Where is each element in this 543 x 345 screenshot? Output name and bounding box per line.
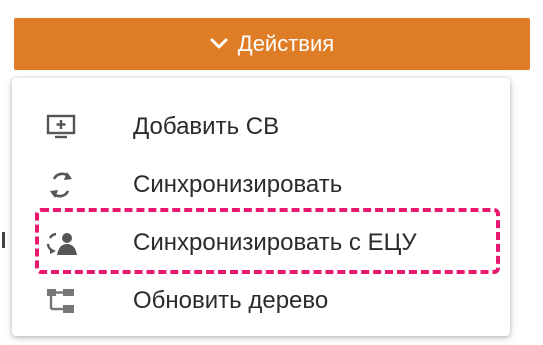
menu-item-add-vm[interactable]: Добавить СВ [12, 98, 510, 156]
actions-button-label: Действия [237, 31, 335, 56]
menu-item-label: Обновить дерево [133, 287, 329, 314]
actions-dropdown-menu: Добавить СВ Синхронизировать Синхронизир… [12, 78, 510, 336]
menu-item-sync[interactable]: Синхронизировать [12, 156, 510, 214]
sync-with-ecu-icon [44, 226, 78, 260]
sync-icon [44, 168, 78, 202]
actions-button[interactable]: Действия [14, 18, 530, 70]
menu-item-sync-ecu[interactable]: Синхронизировать с ЕЦУ [12, 214, 510, 272]
menu-item-label: Синхронизировать с ЕЦУ [133, 229, 417, 256]
chevron-down-icon [210, 38, 228, 50]
background-fragment [2, 232, 5, 248]
menu-item-label: Добавить СВ [133, 113, 280, 140]
menu-item-label: Синхронизировать [133, 171, 343, 198]
menu-item-refresh-tree[interactable]: Обновить дерево [12, 272, 510, 330]
add-vm-icon [44, 110, 78, 144]
refresh-tree-icon [44, 284, 78, 318]
